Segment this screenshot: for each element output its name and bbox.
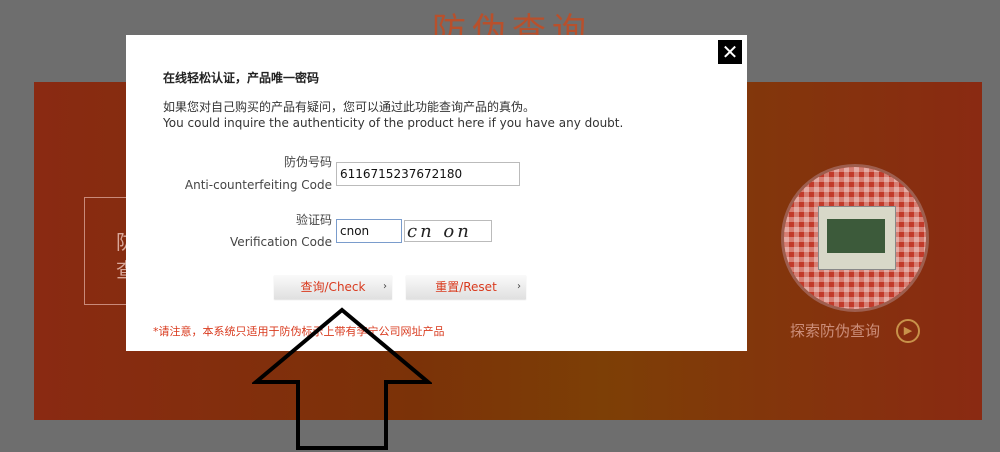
description-en: You could inquire the authenticity of th… — [163, 116, 624, 130]
check-button[interactable]: 查询/Check › — [274, 275, 392, 299]
explore-link[interactable]: 探索防伪查询 — [790, 320, 880, 342]
up-arrow-annotation — [252, 307, 432, 450]
verify-label-cn: 验证码 — [295, 213, 332, 227]
anti-counterfeiting-code-input[interactable] — [336, 162, 520, 186]
captcha-image[interactable]: cn on — [404, 220, 492, 242]
close-icon: ✕ — [721, 40, 739, 64]
chevron-right-icon: › — [383, 281, 387, 292]
close-button[interactable]: ✕ — [718, 40, 742, 64]
code-label-en: Anti-counterfeiting Code — [184, 178, 332, 192]
check-button-label: 查询/Check — [300, 280, 366, 294]
dialog-heading: 在线轻松认证，产品唯一密码 — [163, 71, 320, 85]
captcha-text: cn on — [407, 221, 472, 242]
description-cn: 如果您对自己购买的产品有疑问，您可以通过此功能查询产品的真伪。 — [163, 100, 536, 114]
verification-code-input[interactable] — [336, 219, 402, 243]
reset-button[interactable]: 重置/Reset › — [406, 275, 526, 299]
reset-button-label: 重置/Reset — [435, 280, 497, 294]
product-label-image — [818, 206, 896, 270]
play-circle-icon[interactable]: ▶ — [896, 319, 920, 343]
code-label-cn: 防伪号码 — [283, 155, 332, 169]
verify-label-en: Verification Code — [230, 235, 332, 249]
chevron-right-icon: › — [517, 281, 521, 292]
